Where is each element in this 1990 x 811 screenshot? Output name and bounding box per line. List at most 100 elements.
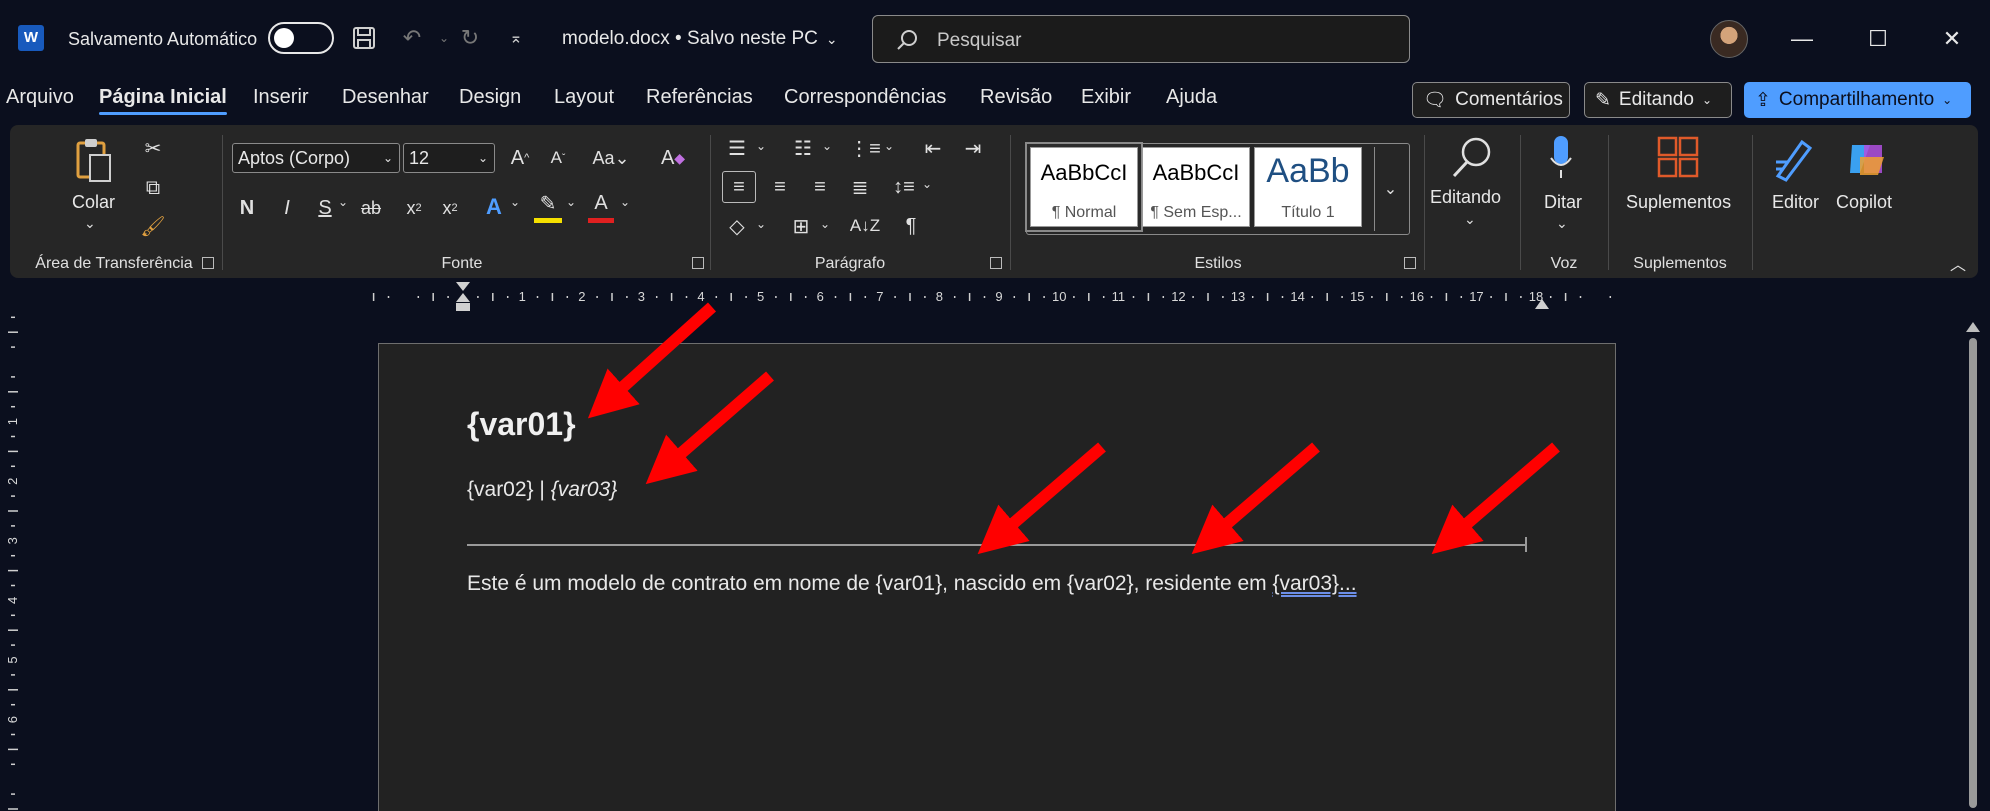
search-box[interactable]: Pesquisar (872, 15, 1410, 63)
dictate-label[interactable]: Ditar (1544, 192, 1582, 213)
undo-icon[interactable]: ↶ (396, 22, 428, 54)
increase-indent-icon[interactable]: ⇥ (958, 135, 988, 161)
format-painter-icon[interactable]: 🖌 (140, 213, 166, 239)
subscript-icon[interactable]: x2 (400, 193, 428, 223)
chevron-down-icon[interactable]: ⌄ (756, 217, 766, 231)
styles-more-icon[interactable]: ⌄ (1374, 147, 1406, 231)
change-case-icon[interactable]: Aa⌄ (588, 143, 634, 173)
copilot-icon[interactable] (1844, 135, 1890, 183)
document-body-text[interactable]: Este é um modelo de contrato em nome de … (467, 572, 1357, 596)
borders-icon[interactable]: ⊞ (786, 211, 816, 241)
show-formatting-icon[interactable]: ¶ (896, 211, 926, 241)
editor-label[interactable]: Editor (1772, 192, 1819, 213)
strikethrough-icon[interactable]: ab (356, 193, 386, 223)
tab-exibir[interactable]: Exibir (1081, 86, 1131, 109)
styles-launcher-icon[interactable] (1404, 257, 1416, 269)
vertical-scrollbar[interactable] (1966, 322, 1980, 811)
tab-referencias[interactable]: Referências (646, 86, 753, 109)
autosave-toggle[interactable] (268, 22, 334, 54)
close-button[interactable]: ✕ (1932, 20, 1972, 58)
vertical-ruler[interactable]: 1 2 3 4 5 6 (0, 316, 26, 811)
tab-arquivo[interactable]: Arquivo (6, 86, 74, 109)
maximize-button[interactable]: ☐ (1858, 20, 1898, 58)
paragraph-launcher-icon[interactable] (990, 257, 1002, 269)
scroll-up-icon[interactable] (1966, 322, 1980, 332)
clipboard-launcher-icon[interactable] (202, 257, 214, 269)
paste-icon[interactable] (74, 135, 114, 185)
clear-formatting-icon[interactable]: A ◆ (658, 143, 688, 173)
addins-icon[interactable] (1656, 135, 1700, 179)
paste-label[interactable]: Colar (72, 192, 115, 213)
shrink-font-icon[interactable]: Aˇ (544, 143, 572, 173)
tab-desenhar[interactable]: Desenhar (342, 86, 429, 109)
document-heading[interactable]: {var01} (467, 406, 576, 443)
user-avatar[interactable] (1710, 20, 1748, 58)
line-spacing-icon[interactable]: ↕≡ (888, 171, 920, 203)
tab-revisao[interactable]: Revisão (980, 86, 1052, 109)
scrollbar-thumb[interactable] (1969, 338, 1977, 808)
redo-icon[interactable]: ↻ (454, 22, 486, 54)
addins-label[interactable]: Suplementos (1626, 192, 1731, 213)
chevron-down-icon[interactable]: ⌄ (884, 139, 894, 153)
align-left-icon[interactable]: ≡ (722, 171, 756, 203)
chevron-down-icon[interactable]: ⌄ (620, 195, 630, 209)
chevron-down-icon[interactable]: ⌄ (338, 195, 348, 209)
tab-inserir[interactable]: Inserir (253, 86, 309, 109)
chevron-down-icon[interactable]: ⌄ (84, 215, 96, 232)
justify-icon[interactable]: ≣ (844, 171, 876, 203)
tab-ajuda[interactable]: Ajuda (1166, 86, 1217, 109)
save-icon[interactable] (348, 22, 380, 54)
align-right-icon[interactable]: ≡ (804, 171, 836, 203)
minimize-button[interactable]: — (1782, 20, 1822, 58)
font-name-select[interactable]: Aptos (Corpo) ⌄ (232, 143, 400, 173)
tab-design[interactable]: Design (459, 86, 521, 109)
tab-correspondencias[interactable]: Correspondências (784, 86, 946, 109)
share-button[interactable]: ⇪ Compartilhamento ⌄ (1744, 82, 1971, 118)
highlight-icon[interactable]: ✎ (534, 189, 562, 223)
document-page[interactable]: {var01} {var02} | {var03} Este é um mode… (378, 343, 1616, 811)
editor-icon[interactable] (1772, 135, 1816, 183)
font-color-icon[interactable]: A (588, 189, 614, 223)
comments-button[interactable]: 🗨 Comentários (1412, 82, 1570, 118)
tab-layout[interactable]: Layout (554, 86, 614, 109)
style-normal[interactable]: AaBbCcI ¶ Normal (1027, 144, 1141, 230)
style-titulo-1[interactable]: AaBb Título 1 (1254, 147, 1362, 227)
indent-marker-icon[interactable] (455, 282, 471, 312)
chevron-down-icon[interactable]: ⌄ (1556, 215, 1568, 232)
collapse-ribbon-icon[interactable]: ︿ (1950, 251, 1966, 275)
style-sem-espacamento[interactable]: AaBbCcI ¶ Sem Esp... (1142, 147, 1250, 227)
chevron-down-icon[interactable]: ⌄ (1464, 211, 1476, 228)
document-title[interactable]: modelo.docx • Salvo neste PC ⌄ (562, 28, 838, 50)
chevron-down-icon[interactable]: ⌄ (820, 217, 830, 231)
microphone-icon[interactable] (1546, 133, 1576, 181)
bullets-icon[interactable]: ☰ (722, 135, 752, 161)
multilevel-list-icon[interactable]: ⋮≡ (849, 135, 881, 161)
superscript-icon[interactable]: x2 (436, 193, 464, 223)
editing-mode-button[interactable]: ✎ Editando ⌄ (1584, 82, 1732, 118)
find-icon[interactable] (1450, 133, 1494, 181)
document-subtitle[interactable]: {var02} | {var03} (467, 478, 617, 502)
chevron-down-icon[interactable]: ⌄ (756, 139, 766, 153)
tab-pagina-inicial[interactable]: Página Inicial (99, 86, 227, 115)
underline-button[interactable]: S (312, 193, 338, 223)
italic-button[interactable]: I (274, 193, 300, 223)
font-size-select[interactable]: 12 ⌄ (403, 143, 495, 173)
grow-font-icon[interactable]: A ^ (506, 143, 534, 173)
chevron-down-icon[interactable]: ⌄ (510, 195, 520, 209)
chevron-down-icon[interactable]: ⌄ (922, 177, 932, 191)
copy-icon[interactable]: ⧉ (140, 175, 166, 201)
text-effects-icon[interactable]: A (480, 191, 508, 223)
align-center-icon[interactable]: ≡ (764, 171, 796, 203)
chevron-down-icon[interactable]: ⌄ (566, 195, 576, 209)
horizontal-ruler[interactable]: 1 2 3 4 5 6 7 8 9 10 11 12 13 14 15 16 17 18 (0, 282, 1990, 312)
bold-button[interactable]: N (234, 193, 260, 223)
right-indent-marker-icon[interactable] (1534, 296, 1550, 309)
font-launcher-icon[interactable] (692, 257, 704, 269)
customize-qat-icon[interactable]: ⌅ (500, 22, 532, 54)
sort-icon[interactable]: A↓Z (850, 211, 880, 241)
editing-label[interactable]: Editando (1430, 187, 1501, 208)
decrease-indent-icon[interactable]: ⇤ (918, 135, 948, 161)
cut-icon[interactable]: ✂ (140, 135, 166, 161)
shading-icon[interactable]: ◇ (722, 211, 752, 241)
numbering-icon[interactable]: ☷ (788, 135, 818, 161)
